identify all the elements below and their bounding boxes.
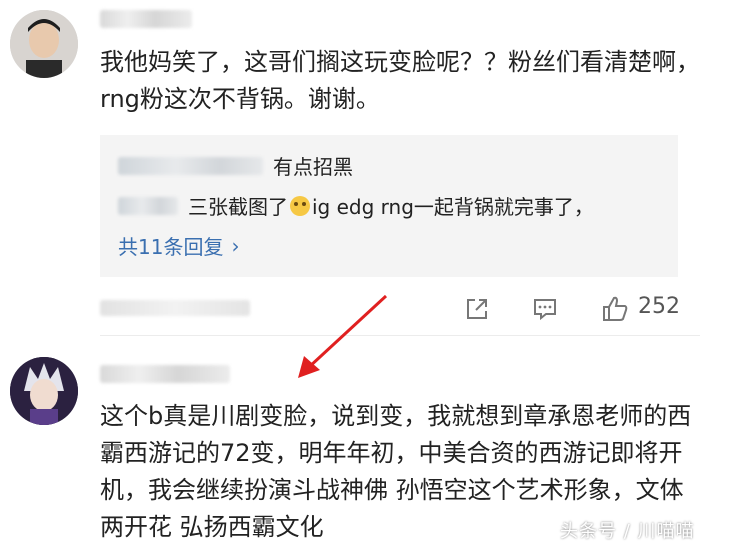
user-avatar-2[interactable] (10, 357, 78, 425)
reply-2-text-after: ig edg rng一起背锅就完事了， (312, 195, 594, 219)
like-count: 252 (638, 294, 680, 319)
watermark-text: 头条号 / 川喵喵 (560, 521, 695, 542)
reply-1: 有点招黑 (118, 151, 353, 180)
reply-1-text: 有点招黑 (273, 155, 353, 179)
reply-1-username-blurred[interactable] (118, 156, 263, 175)
anime-avatar-icon (10, 357, 78, 425)
share-icon (467, 299, 487, 319)
like-button[interactable] (598, 292, 632, 326)
comment-icon (534, 299, 556, 321)
reply-2-text-before: 三张截图了 (188, 195, 288, 219)
reply-box[interactable]: 有点招黑 三张截图了 ig edg rng一起背锅就完事了， 共11条回复 › (100, 135, 678, 277)
avatar-photo-icon (10, 10, 78, 78)
reply-2-username-blurred[interactable] (118, 196, 178, 215)
timestamp-blurred (100, 300, 250, 316)
thumbs-up-icon (603, 296, 628, 321)
more-replies-link[interactable]: 共11条回复 › (118, 231, 239, 260)
username-1-blurred[interactable] (100, 10, 192, 28)
cat-emoji-icon (290, 195, 310, 216)
reply-2: 三张截图了 ig edg rng一起背锅就完事了， (118, 191, 594, 220)
more-replies-label: 共11条回复 (118, 235, 224, 259)
comment-button[interactable] (528, 292, 562, 326)
share-button[interactable] (460, 292, 494, 326)
comment-1-text: 我他妈笑了，这哥们搁这玩变脸呢？？粉丝们看清楚啊，rng粉这次不背锅。谢谢。 (100, 48, 700, 113)
comment-divider (100, 335, 700, 336)
red-arrow-annotation (298, 294, 388, 378)
chevron-right-icon: › (231, 233, 240, 258)
username-2-blurred[interactable] (100, 365, 230, 383)
user-avatar-1[interactable] (10, 10, 78, 78)
